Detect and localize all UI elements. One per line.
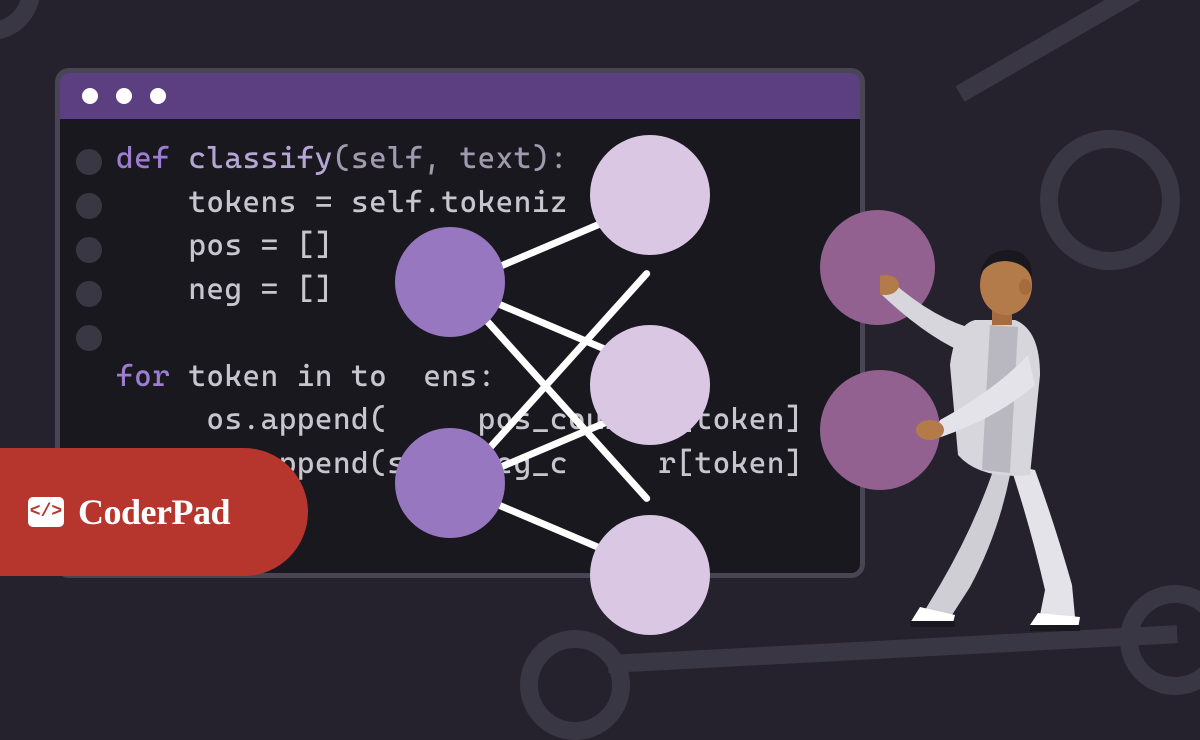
gutter-dot-icon (76, 237, 102, 263)
traffic-light-zoom-icon[interactable] (150, 88, 166, 104)
code-keyword: for (116, 359, 170, 394)
code-keyword: def (116, 141, 170, 176)
code-line: pos = [] (116, 228, 333, 263)
code-line: neg = [] (116, 272, 333, 307)
gutter-dot-icon (76, 325, 102, 351)
traffic-light-close-icon[interactable] (82, 88, 98, 104)
window-titlebar (60, 73, 860, 119)
gutter-dot-icon (76, 193, 102, 219)
code-params: (self, text): (333, 141, 568, 176)
brand-logo-glyph: </> (30, 502, 62, 522)
net-node-input (395, 428, 505, 538)
net-node-output (590, 515, 710, 635)
net-node-input (395, 227, 505, 337)
net-node-output (590, 135, 710, 255)
code-function-name: classify (170, 141, 333, 176)
code-line: token in to ens: (170, 359, 495, 394)
person-illustration (880, 225, 1140, 645)
bg-circle-3 (520, 630, 630, 740)
bg-line-1 (956, 0, 1200, 102)
net-node-output (590, 325, 710, 445)
bg-circle-4 (0, 0, 40, 40)
brand-name: CoderPad (78, 491, 230, 533)
traffic-light-minimize-icon[interactable] (116, 88, 132, 104)
brand-logo-icon: </> (28, 497, 64, 527)
gutter-dot-icon (76, 149, 102, 175)
brand-badge: </> CoderPad (0, 448, 308, 576)
code-line: tokens = self.tokeniz (116, 185, 568, 220)
gutter-dot-icon (76, 281, 102, 307)
